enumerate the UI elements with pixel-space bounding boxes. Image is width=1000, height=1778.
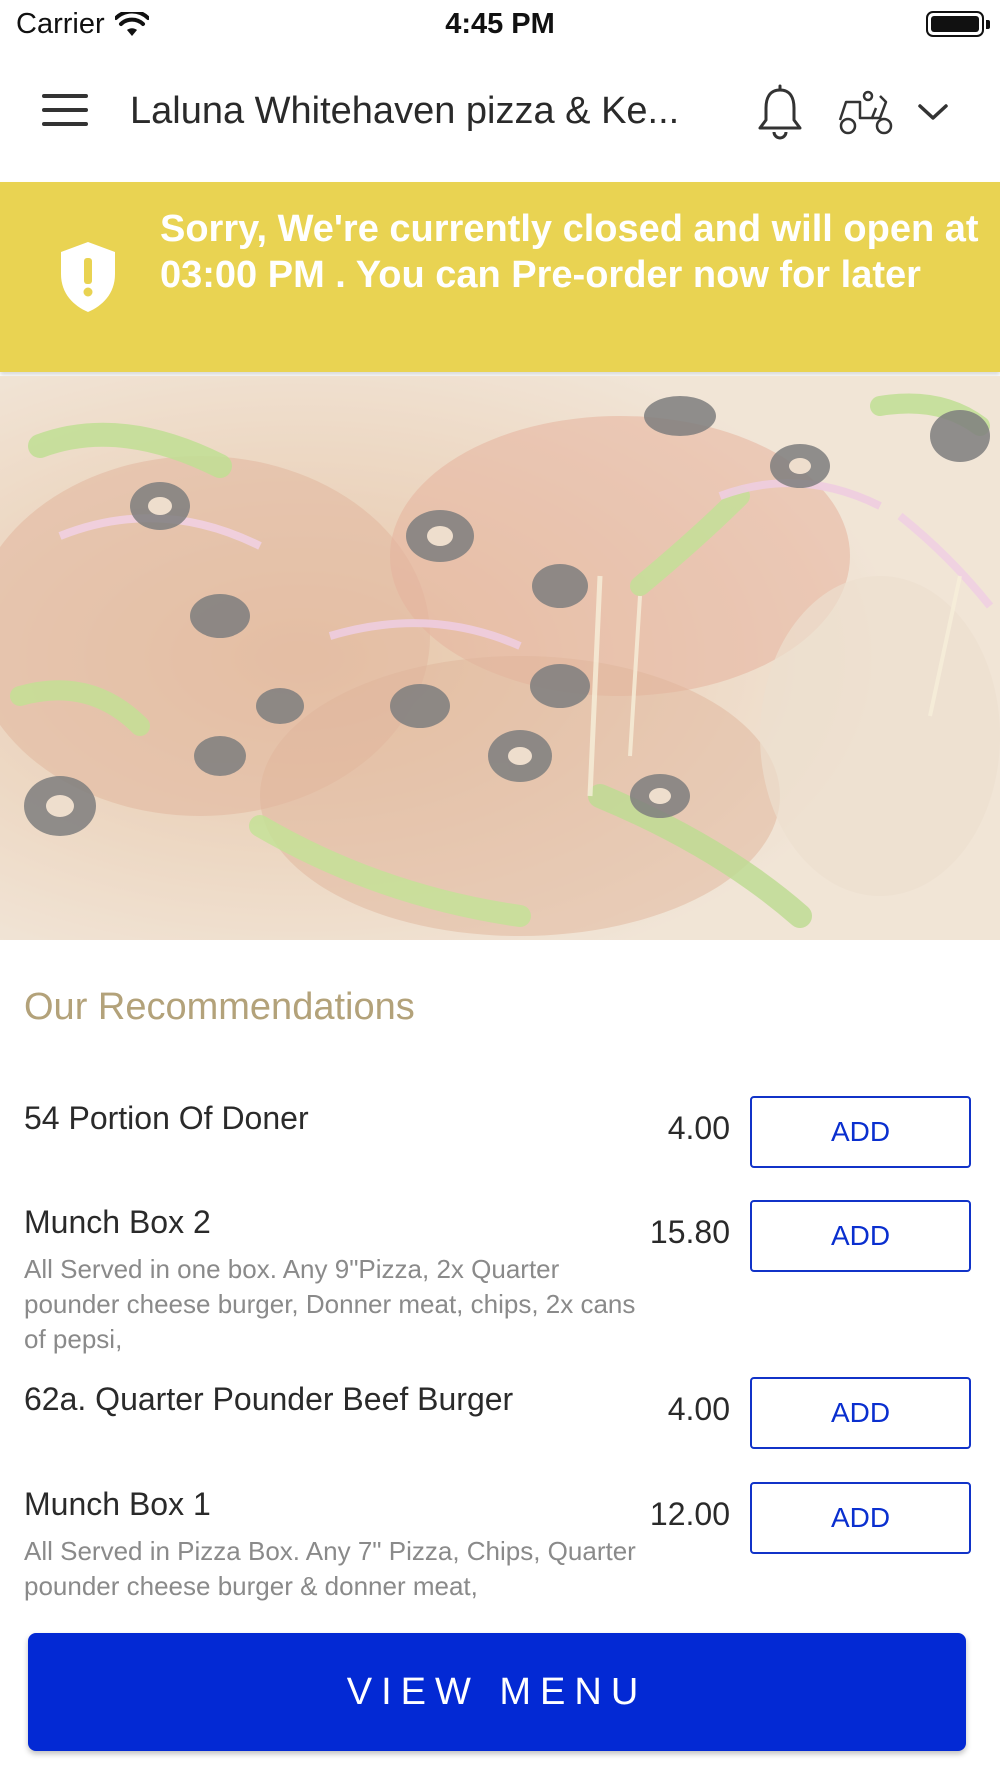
add-button[interactable]: ADD [750, 1482, 971, 1554]
add-button[interactable]: ADD [750, 1200, 971, 1272]
clock: 4:45 PM [445, 8, 555, 40]
add-button[interactable]: ADD [750, 1096, 971, 1168]
view-menu-button[interactable]: VIEW MENU [28, 1633, 966, 1751]
item-description: All Served in one box. Any 9"Pizza, 2x Q… [24, 1254, 636, 1354]
closed-banner: Sorry, We're currently closed and will o… [0, 182, 1000, 372]
item-name: Munch Box 2 [24, 1204, 211, 1240]
item-price: 15.80 [649, 1214, 730, 1250]
status-bar: Carrier 4:45 PM [0, 0, 1000, 48]
recommendations-title: Our Recommendations [24, 986, 415, 1028]
add-button[interactable]: ADD [750, 1377, 971, 1449]
scooter-icon[interactable] [836, 88, 896, 138]
shield-alert-icon [61, 242, 115, 312]
item-description: All Served in Pizza Box. Any 7" Pizza, C… [24, 1536, 636, 1601]
item-price: 4.00 [667, 1110, 730, 1146]
chevron-down-icon[interactable] [916, 100, 950, 124]
item-price: 12.00 [649, 1496, 730, 1532]
item-name: Munch Box 1 [24, 1486, 211, 1522]
item-name: 62a. Quarter Pounder Beef Burger [24, 1381, 514, 1417]
store-title: Laluna Whitehaven pizza & Ke... [130, 90, 680, 132]
item-price: 4.00 [667, 1391, 730, 1427]
item-name: 54 Portion Of Doner [24, 1100, 309, 1136]
hero-pizza-image [0, 376, 1000, 940]
bell-icon[interactable] [755, 84, 805, 140]
menu-icon[interactable] [42, 94, 88, 130]
battery-icon [926, 11, 990, 37]
app-header: Laluna Whitehaven pizza & Ke... [0, 48, 1000, 182]
closed-message: Sorry, We're currently closed and will o… [160, 208, 979, 296]
